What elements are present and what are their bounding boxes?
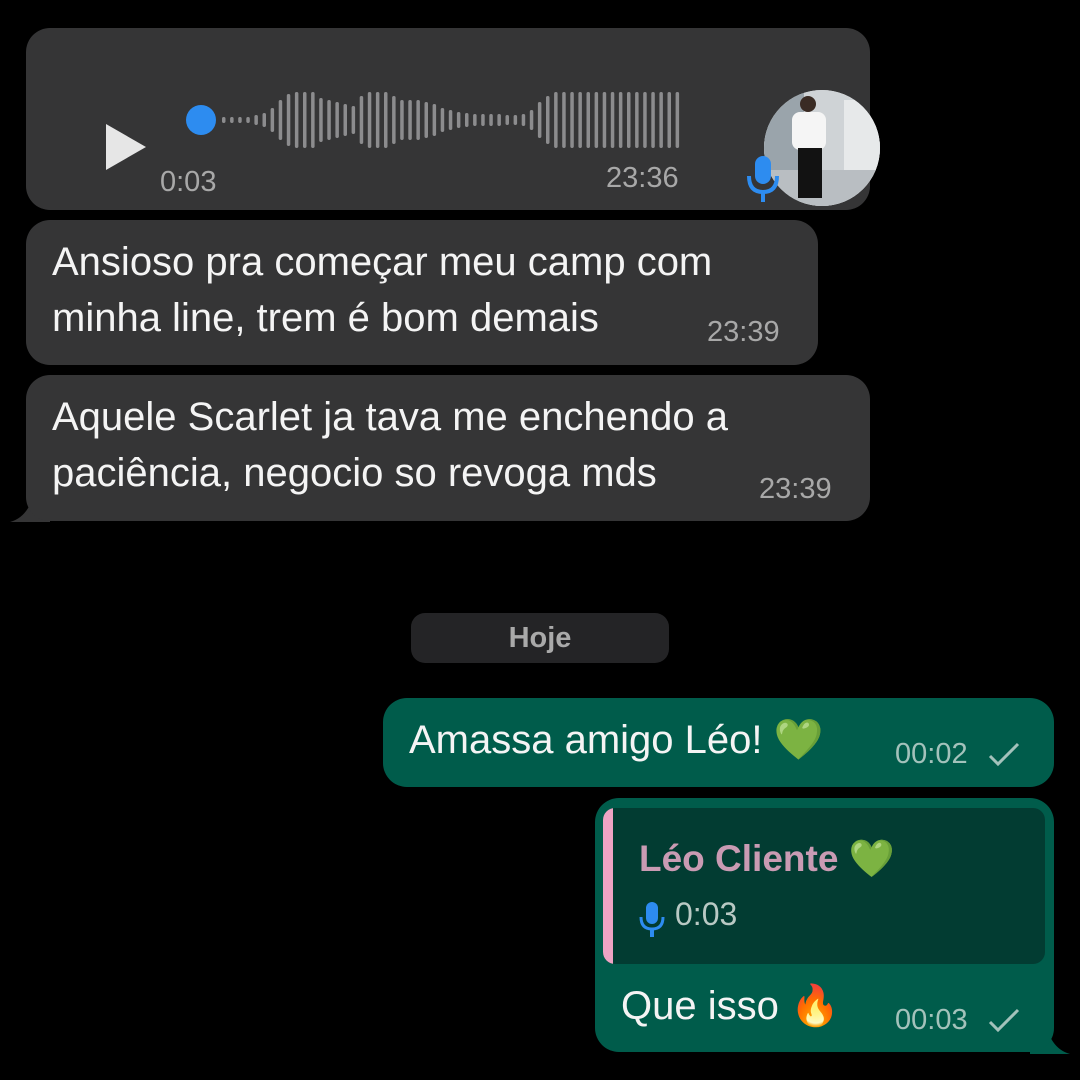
quoted-message[interactable]: Léo Cliente 💚 0:03 <box>603 808 1045 964</box>
waveform-bar <box>489 114 493 126</box>
avatar[interactable] <box>764 90 880 206</box>
waveform-bar <box>270 108 275 132</box>
waveform-bar <box>667 92 671 148</box>
waveform-bar <box>505 115 509 125</box>
message-text-content: Amassa amigo Léo! <box>409 718 763 762</box>
waveform-bar <box>635 92 639 148</box>
waveform-bar <box>618 92 623 148</box>
waveform-bar <box>440 108 445 132</box>
waveform-bar <box>659 92 663 148</box>
waveform-bar <box>351 106 356 134</box>
waveform-bar <box>546 96 550 144</box>
message-text: Amassa amigo Léo! 💚 <box>409 712 823 768</box>
waveform-bar <box>497 114 501 126</box>
message-text: Que isso 🔥 <box>621 978 840 1034</box>
check-icon <box>988 1008 1020 1033</box>
play-icon[interactable] <box>106 124 146 170</box>
waveform-bar <box>554 92 558 148</box>
incoming-message: Ansioso pra começar meu camp com minha l… <box>26 220 818 365</box>
waveform-bar <box>319 98 323 142</box>
waveform-bar <box>416 100 420 140</box>
incoming-message: Aquele Scarlet ja tava me enchendo a pac… <box>26 375 870 521</box>
waveform-bar <box>481 114 485 126</box>
message-text: paciência, negocio so revoga mds <box>52 451 657 495</box>
green-heart-emoji: 💚 <box>773 718 824 762</box>
waveform-bar <box>384 92 388 148</box>
message-time: 23:39 <box>707 316 780 348</box>
waveform-bar <box>570 92 574 148</box>
waveform-bar <box>359 96 364 144</box>
waveform-bar <box>513 115 518 125</box>
microphone-icon <box>747 156 779 202</box>
waveform-bar <box>578 92 582 148</box>
waveform-bar <box>562 92 566 148</box>
waveform-bar <box>424 102 428 138</box>
quote-accent-bar <box>603 808 613 964</box>
waveform-bar <box>262 113 266 127</box>
waveform-bar <box>303 92 307 148</box>
waveform-bar <box>521 114 526 126</box>
waveform-bar <box>238 117 242 123</box>
outgoing-message: Amassa amigo Léo! 💚 00:02 <box>383 698 1054 787</box>
waveform-bar <box>254 115 258 125</box>
voice-message-bubble: 0:03 23:36 <box>26 28 880 210</box>
waveform-bar <box>529 110 534 130</box>
waveform-bar <box>537 102 542 138</box>
message-text: Ansioso pra começar meu camp com <box>52 240 713 284</box>
waveform-bar <box>643 92 647 148</box>
waveform-bar <box>392 96 396 144</box>
playback-position-dot <box>186 105 216 135</box>
waveform-bar <box>367 92 372 148</box>
waveform-bar <box>246 117 250 123</box>
waveform-bar <box>278 100 283 140</box>
message-time: 00:02 <box>895 738 968 770</box>
voice-time: 23:36 <box>606 162 679 194</box>
date-divider: Hoje <box>411 613 669 663</box>
waveform-bar <box>327 100 331 140</box>
message-text: Aquele Scarlet ja tava me enchendo a <box>52 395 728 439</box>
waveform-bar <box>610 92 615 148</box>
microphone-icon <box>639 902 665 937</box>
waveform-bar <box>586 92 590 148</box>
waveform-bar <box>400 100 404 140</box>
check-icon <box>988 742 1020 767</box>
waveform-bar <box>335 102 339 138</box>
voice-duration: 0:03 <box>160 166 217 198</box>
message-time: 00:03 <box>895 1004 968 1036</box>
quoted-sender-name: Léo Cliente <box>639 838 839 879</box>
waveform-bar <box>594 92 599 148</box>
waveform-bar <box>343 104 347 136</box>
waveform-bar <box>375 92 380 148</box>
waveform-bar <box>456 112 461 128</box>
waveform-bar <box>432 104 437 136</box>
message-text: minha line, trem é bom demais <box>52 296 599 340</box>
waveform-bar <box>651 92 655 148</box>
green-heart-emoji: 💚 <box>848 838 895 879</box>
waveform-bar <box>473 114 477 126</box>
waveform-bar <box>627 92 631 148</box>
message-time: 23:39 <box>759 473 832 505</box>
waveform-bar <box>675 92 680 148</box>
message-text-content: Que isso <box>621 984 779 1028</box>
waveform-bar <box>448 110 453 130</box>
waveform-bar <box>294 92 299 148</box>
quoted-sender: Léo Cliente 💚 <box>639 838 895 881</box>
waveform-bar <box>465 113 469 127</box>
waveform-bar <box>230 117 234 123</box>
waveform-bar <box>408 100 412 140</box>
waveform-bar <box>311 92 315 148</box>
fire-emoji: 🔥 <box>789 984 840 1028</box>
waveform-bar <box>222 117 226 123</box>
quoted-voice-duration: 0:03 <box>675 896 738 932</box>
waveform-bar <box>286 94 291 146</box>
waveform-bar <box>602 92 607 148</box>
